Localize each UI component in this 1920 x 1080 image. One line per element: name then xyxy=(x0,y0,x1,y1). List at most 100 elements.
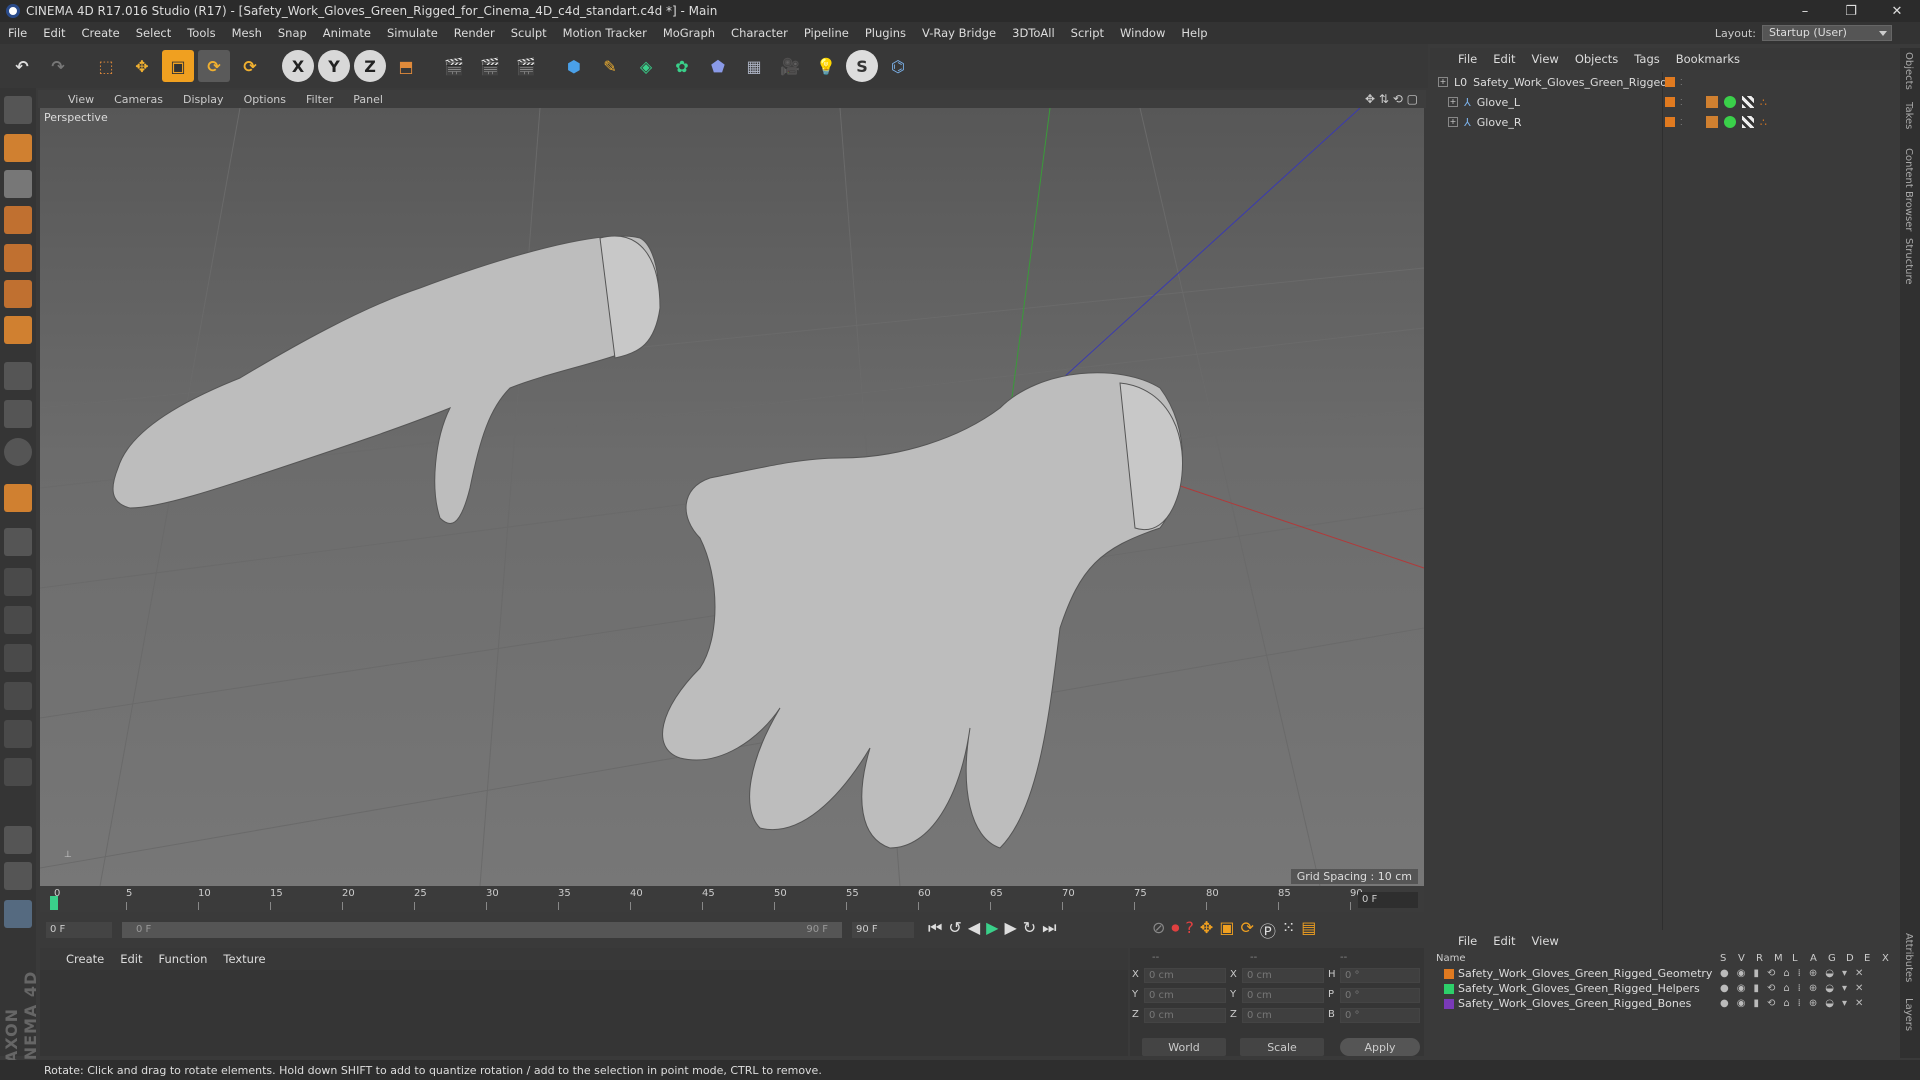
menu-item[interactable]: MoGraph xyxy=(655,26,723,40)
menu-item[interactable]: Help xyxy=(1173,26,1215,40)
render-settings-icon[interactable]: 🎬 xyxy=(510,50,542,82)
object-row[interactable]: + ⅄ Glove_L ⁚ ∴ xyxy=(1430,92,1900,112)
rotation-field[interactable]: 0 ° xyxy=(1340,1008,1420,1023)
position-field[interactable]: 0 cm xyxy=(1144,988,1226,1003)
layer-column-header[interactable]: A xyxy=(1810,953,1817,964)
key-parameter-icon[interactable]: Ⓟ xyxy=(1260,918,1276,942)
material-tag-icon[interactable] xyxy=(1742,116,1754,128)
object-menu-item[interactable]: Objects xyxy=(1567,52,1626,66)
axis-mode-icon[interactable] xyxy=(4,362,32,390)
tweak-mode-icon[interactable] xyxy=(4,400,32,428)
layer-row[interactable]: Safety_Work_Gloves_Green_Rigged_Geometry… xyxy=(1430,966,1900,981)
vray-icon[interactable]: S xyxy=(846,50,878,82)
menu-item[interactable]: Tools xyxy=(179,26,223,40)
glove-right-mesh[interactable] xyxy=(662,372,1183,849)
layer-color-swatch[interactable] xyxy=(1444,998,1454,1009)
grid-lock-icon[interactable] xyxy=(4,826,32,854)
redo-icon[interactable]: ↷ xyxy=(42,50,74,82)
subdivision-surface-icon[interactable]: ◈ xyxy=(630,50,662,82)
viewport-menu-item[interactable]: Cameras xyxy=(104,93,173,106)
skin-tag-icon[interactable]: ∴ xyxy=(1760,116,1767,129)
skin-tag-icon[interactable]: ∴ xyxy=(1760,96,1767,109)
viewport-menu-item[interactable]: Filter xyxy=(296,93,343,106)
material-menu-item[interactable]: Create xyxy=(58,952,112,966)
expand-toggle-icon[interactable]: + xyxy=(1448,117,1458,127)
layer-color-tag[interactable] xyxy=(1665,97,1675,107)
layer-toggle-icons[interactable]: ●◉▮⟲⌂⁞⊕◒▾✕ xyxy=(1720,968,1871,979)
side-tab[interactable]: Attributes xyxy=(1903,933,1914,982)
object-row[interactable]: + L0 Safety_Work_Gloves_Green_Rigged ⁚ xyxy=(1430,72,1900,92)
layer-column-header[interactable]: Name xyxy=(1436,953,1466,964)
menu-item[interactable]: Mesh xyxy=(224,26,270,40)
object-menu-item[interactable]: File xyxy=(1450,52,1485,66)
y-axis-lock-icon[interactable]: Y xyxy=(318,50,350,82)
object-mode-icon[interactable] xyxy=(4,134,32,162)
python-script-icon[interactable] xyxy=(4,900,32,928)
layer-column-header[interactable]: X xyxy=(1882,953,1889,964)
visibility-dots[interactable]: ⁚ xyxy=(1680,78,1683,87)
weight-tag-icon[interactable] xyxy=(1724,96,1736,108)
position-field[interactable]: 0 cm xyxy=(1144,1008,1226,1023)
menu-item[interactable]: V-Ray Bridge xyxy=(914,26,1004,40)
previous-frame-icon[interactable]: ◀ xyxy=(968,918,980,938)
autokey-icon[interactable]: ? xyxy=(1185,918,1194,942)
key-scale-icon[interactable]: ▣ xyxy=(1219,918,1234,942)
apply-button[interactable]: Apply xyxy=(1340,1038,1420,1056)
render-picture-viewer-icon[interactable]: 🎬 xyxy=(474,50,506,82)
perspective-viewport[interactable]: Perspective Grid Spacing : 10 cm ⊥ xyxy=(40,108,1424,886)
record-keyframe-icon[interactable]: ⏺ xyxy=(1171,918,1179,942)
cube-object-icon[interactable]: ⬢ xyxy=(558,50,590,82)
viewport-menu-item[interactable]: Panel xyxy=(343,93,393,106)
layer-toggle-icons[interactable]: ●◉▮⟲⌂⁞⊕◒▾✕ xyxy=(1720,983,1871,994)
camera-icon[interactable]: 🎥 xyxy=(774,50,806,82)
menu-item[interactable]: Motion Tracker xyxy=(555,26,655,40)
object-row[interactable]: + ⅄ Glove_R ⁚ ∴ xyxy=(1430,112,1900,132)
render-view-icon[interactable]: 🎬 xyxy=(438,50,470,82)
key-position-icon[interactable]: ✥ xyxy=(1200,918,1213,942)
layer-row[interactable]: Safety_Work_Gloves_Green_Rigged_Bones ●◉▮… xyxy=(1430,996,1900,1011)
viewport-menu-item[interactable]: Display xyxy=(173,93,234,106)
layout-dropdown[interactable]: Startup (User) xyxy=(1762,25,1892,41)
layer-color-tag[interactable] xyxy=(1665,77,1675,87)
floor-icon[interactable]: ▦ xyxy=(738,50,770,82)
go-to-start-icon[interactable]: ⏮ xyxy=(928,918,942,938)
position-field[interactable]: 0 cm xyxy=(1144,968,1226,983)
visibility-dots[interactable]: ⁚ xyxy=(1680,98,1683,107)
layer-column-header[interactable]: D xyxy=(1846,953,1854,964)
size-field[interactable]: 0 cm xyxy=(1242,968,1324,983)
expand-toggle-icon[interactable]: + xyxy=(1448,97,1458,107)
minimize-button[interactable]: – xyxy=(1782,0,1828,22)
size-field[interactable]: 0 cm xyxy=(1242,1008,1324,1023)
layer-menu-item[interactable]: Edit xyxy=(1485,934,1523,948)
layer-color-swatch[interactable] xyxy=(1444,968,1454,979)
visibility-dots[interactable]: ⁚ xyxy=(1680,118,1683,127)
sculpt-brush-icon-4[interactable] xyxy=(4,682,32,710)
z-axis-lock-icon[interactable]: Z xyxy=(354,50,386,82)
object-menu-item[interactable]: Bookmarks xyxy=(1668,52,1748,66)
cloner-icon[interactable]: ✿ xyxy=(666,50,698,82)
layer-column-header[interactable]: M xyxy=(1774,953,1783,964)
timeline-ruler[interactable]: 0 5 10 15 20 25 30 35 40 45 50 55 60 65 70 75 80 85 90 0 F xyxy=(40,886,1424,912)
timeline-layout-icon[interactable]: ▤ xyxy=(1301,918,1316,942)
live-selection-icon[interactable]: ⬚ xyxy=(90,50,122,82)
side-tab[interactable]: Layers xyxy=(1903,998,1914,1031)
key-rotation-icon[interactable]: ⟳ xyxy=(1240,918,1253,942)
key-pla-icon[interactable]: ⁙ xyxy=(1282,918,1295,942)
size-field[interactable]: 0 cm xyxy=(1242,988,1324,1003)
pen-spline-icon[interactable]: ✎ xyxy=(594,50,626,82)
menu-item[interactable]: 3DToAll xyxy=(1004,26,1063,40)
world-dropdown[interactable]: World xyxy=(1142,1038,1226,1056)
menu-item[interactable]: Render xyxy=(446,26,503,40)
workplane-mode-icon[interactable] xyxy=(4,206,32,234)
material-menu-item[interactable]: Texture xyxy=(215,952,273,966)
frame-range-slider[interactable]: 0 F 90 F xyxy=(122,922,842,938)
viewport-menu-item[interactable]: Options xyxy=(234,93,296,106)
next-key-icon[interactable]: ↻ xyxy=(1023,918,1036,938)
rotate-icon[interactable]: ⟳ xyxy=(198,50,230,82)
viewport-menu-item[interactable]: View xyxy=(58,93,104,106)
move-icon[interactable]: ✥ xyxy=(126,50,158,82)
layer-toggle-icons[interactable]: ●◉▮⟲⌂⁞⊕◒▾✕ xyxy=(1720,998,1871,1009)
layer-column-header[interactable]: E xyxy=(1864,953,1870,964)
sculpt-brush-icon-2[interactable] xyxy=(4,606,32,634)
material-menu-item[interactable]: Function xyxy=(151,952,216,966)
